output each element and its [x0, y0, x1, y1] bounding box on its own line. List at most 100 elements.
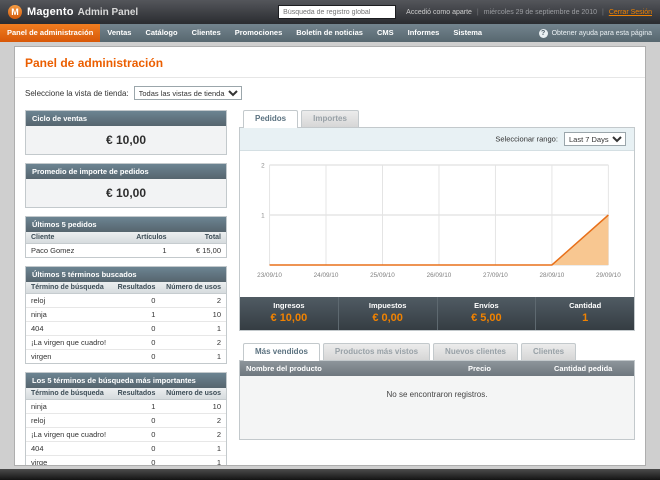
svg-text:28/09/10: 28/09/10 [540, 272, 565, 279]
cell: 10 [160, 307, 226, 322]
global-search [278, 5, 397, 19]
range-select[interactable]: Last 7 Days [564, 132, 626, 146]
table-row[interactable]: virge 0 1 [26, 455, 226, 465]
nav-item-informes[interactable]: Informes [401, 24, 447, 42]
global-search-input[interactable] [278, 5, 397, 19]
svg-text:24/09/10: 24/09/10 [314, 272, 339, 279]
cell: 0 [112, 455, 161, 465]
column-header: Término de búsqueda [26, 388, 113, 400]
products-tabs: Más vendidos Productos más vistos Nuevos… [239, 343, 635, 361]
nav-item-cms[interactable]: CMS [370, 24, 401, 42]
nav-item-clientes[interactable]: Clientes [185, 24, 228, 42]
nav-item-catalogo[interactable]: Catálogo [138, 24, 184, 42]
table-row[interactable]: virgen 0 1 [26, 349, 226, 363]
cell: 0 [112, 413, 161, 428]
stat-label: Cantidad [569, 301, 602, 310]
table-row[interactable]: ninja 1 10 [26, 307, 226, 322]
table-row[interactable]: Paco Gomez 1 € 15,00 [26, 243, 226, 257]
totals-bar: Ingresos € 10,00 Impuestos € 0,00 Envíos… [240, 297, 634, 330]
cell: 1 [160, 455, 226, 465]
products-grid: Nombre del producto Precio Cantidad pedi… [239, 360, 635, 440]
store-view-select[interactable]: Todas las vistas de tienda [133, 86, 242, 100]
brand-name: Magento [27, 6, 74, 18]
cell: 404 [26, 321, 113, 336]
stat-label: Impuestos [368, 301, 407, 310]
table-row[interactable]: 404 0 1 [26, 321, 226, 336]
logout-link[interactable]: Cerrar Sesión [609, 9, 652, 16]
lifetime-sales-box: Ciclo de ventas € 10,00 [25, 110, 227, 155]
tab-clientes[interactable]: Clientes [520, 343, 577, 360]
brand-suffix: Admin Panel [77, 6, 139, 18]
header-user-area: Accedió como aparte | miércoles 29 de se… [406, 9, 652, 16]
store-view-label: Seleccione la vista de tienda: [25, 88, 129, 98]
cell: virge [26, 455, 113, 465]
nav-item-ventas[interactable]: Ventas [100, 24, 138, 42]
last-search-terms-box: Últimos 5 términos buscados Término de b… [25, 266, 227, 364]
cell: 1 [160, 321, 226, 336]
table-row[interactable]: ninja 1 10 [26, 399, 226, 414]
tab-mas-vendidos[interactable]: Más vendidos [243, 343, 320, 361]
magento-admin-dashboard: M Magento Admin Panel Accedió como apart… [0, 0, 660, 480]
cell: 1 [112, 307, 161, 322]
grid-header-row: Nombre del producto Precio Cantidad pedi… [240, 361, 634, 376]
page-help-link[interactable]: ? Obtener ayuda para esta página [538, 24, 660, 42]
table-row[interactable]: reloj 0 2 [26, 293, 226, 308]
store-view-row: Seleccione la vista de tienda: Todas las… [15, 78, 645, 106]
nav-item-dashboard[interactable]: Panel de administración [0, 24, 101, 42]
svg-text:2: 2 [261, 162, 265, 169]
nav-item-promociones[interactable]: Promociones [228, 24, 290, 42]
page-title: Panel de administración [15, 47, 645, 78]
tab-productos-mas-vistos[interactable]: Productos más vistos [322, 343, 431, 360]
cell: 1 [112, 399, 161, 414]
table-row[interactable]: ¡La virgen que cuadro! 0 2 [26, 335, 226, 350]
stat-label: Ingresos [273, 301, 305, 310]
stat-envios: Envíos € 5,00 [438, 297, 537, 330]
column-header: Término de búsqueda [26, 282, 113, 294]
svg-text:27/09/10: 27/09/10 [483, 272, 508, 279]
cell: 0 [112, 321, 161, 336]
lifetime-sales-value: € 10,00 [26, 126, 226, 154]
svg-text:26/09/10: 26/09/10 [427, 272, 452, 279]
last-orders-table: Cliente Artículos Total Paco Gomez 1 € 1… [26, 232, 226, 257]
column-header: Resultados [112, 388, 161, 400]
nav-item-sistema[interactable]: Sistema [446, 24, 489, 42]
column-header: Cliente [26, 232, 109, 244]
cell: 0 [112, 335, 161, 350]
tab-nuevos-clientes[interactable]: Nuevos clientes [433, 343, 518, 360]
tab-importes[interactable]: Importes [301, 110, 359, 127]
cell: reloj [26, 293, 113, 308]
table-row[interactable]: 404 0 1 [26, 441, 226, 456]
column-header: Cantidad pedida [554, 364, 613, 373]
cell: 0 [112, 349, 161, 363]
table-row[interactable]: reloj 0 2 [26, 413, 226, 428]
cell: 1 [108, 243, 172, 257]
svg-text:1: 1 [261, 212, 265, 219]
cell: 0 [112, 427, 161, 442]
nav-item-boletin[interactable]: Boletín de noticias [289, 24, 370, 42]
magento-logo-icon: M [8, 5, 22, 19]
cell: 1 [160, 441, 226, 456]
last-orders-box: Últimos 5 pedidos Cliente Artículos Tota… [25, 216, 227, 258]
box-title: Últimos 5 pedidos [26, 217, 226, 232]
cell: 2 [160, 427, 226, 442]
separator: | [476, 8, 479, 16]
help-icon: ? [538, 28, 548, 38]
cell: 2 [160, 293, 226, 308]
column-header: Número de usos [160, 282, 226, 294]
bottom-bar [0, 469, 660, 480]
svg-text:23/09/10: 23/09/10 [257, 272, 282, 279]
column-header: Total [171, 232, 226, 244]
cell: ¡La virgen que cuadro! [26, 335, 113, 350]
logged-in-text: Accedió como aparte [406, 8, 472, 16]
cell: 2 [160, 335, 226, 350]
cell: Paco Gomez [26, 243, 109, 257]
right-column: Pedidos Importes Seleccionar rango: Last… [239, 110, 635, 440]
tab-pedidos[interactable]: Pedidos [243, 110, 299, 128]
cell: reloj [26, 413, 113, 428]
last-search-terms-table: Término de búsqueda Resultados Número de… [26, 282, 226, 363]
table-row[interactable]: ¡La virgen que cuadro! 0 2 [26, 427, 226, 442]
column-header: Nombre del producto [246, 364, 322, 373]
range-label: Seleccionar rango: [495, 134, 558, 144]
help-label: Obtener ayuda para esta página [551, 29, 652, 37]
stat-value: 1 [582, 312, 589, 324]
